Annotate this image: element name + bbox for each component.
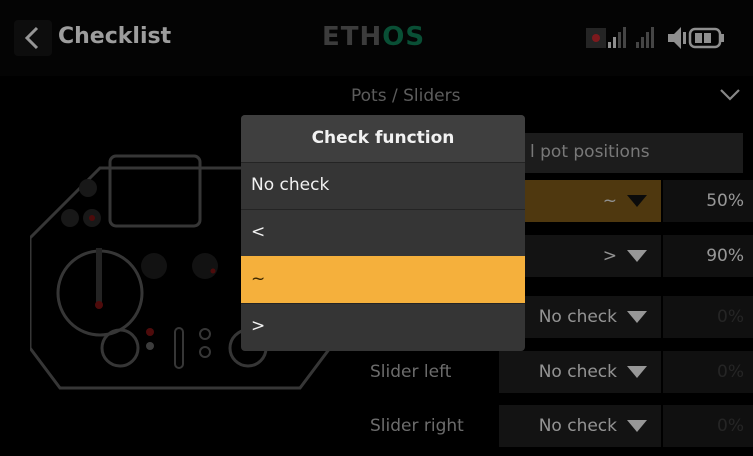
rssi-900-icon [636,27,654,48]
status-icons [586,27,724,49]
option-less-than[interactable]: < [241,209,525,256]
option-label: No check [251,175,330,195]
position-value[interactable]: 0% [663,351,753,393]
battery-icon [688,27,724,49]
rssi-24-icon [608,27,626,48]
position-text: 90% [706,246,744,266]
check-function-popup: Check function No check < ~ > [241,115,525,351]
page-title: Checklist [58,24,172,49]
position-text: 0% [717,416,744,436]
logo-text-right: OS [382,22,426,52]
description-field[interactable]: l pot positions [521,133,743,173]
caret-down-icon [627,195,647,207]
back-button[interactable] [14,20,52,56]
position-value[interactable]: 90% [663,235,753,277]
check-value: No check [538,307,617,327]
caret-down-icon [627,250,647,262]
option-approx[interactable]: ~ [241,256,525,303]
ethos-logo: ETHOS [322,22,425,52]
position-value[interactable]: 50% [663,180,753,222]
chevron-left-icon [14,20,52,56]
description-text: l pot positions [530,142,650,162]
logo-text-left: ETH [322,22,383,52]
caret-down-icon [627,311,647,323]
option-label: < [251,222,266,242]
position-value[interactable]: 0% [663,405,753,447]
check-dropdown[interactable]: No check [499,405,661,447]
check-value: No check [538,362,617,382]
option-label: > [251,316,266,336]
caret-down-icon [627,420,647,432]
position-text: 0% [717,362,744,382]
caret-down-icon [627,366,647,378]
row-label: Slider left [370,362,452,382]
row-label: Slider right [370,416,464,436]
popup-title: Check function [241,115,525,162]
check-value: > [602,246,617,266]
volume-icon [668,27,686,49]
chevron-down-icon[interactable] [719,88,741,102]
position-text: 50% [706,191,744,211]
check-dropdown[interactable]: No check [499,351,661,393]
option-greater-than[interactable]: > [241,303,525,350]
option-no-check[interactable]: No check [241,162,525,209]
position-value[interactable]: 0% [663,296,753,338]
title-bar: Checklist ETHOS [0,0,753,76]
option-label: ~ [251,269,266,289]
position-text: 0% [717,307,744,327]
check-value: ~ [602,191,617,211]
check-value: No check [538,416,617,436]
section-title[interactable]: Pots / Sliders [351,86,460,106]
record-icon [586,28,606,48]
